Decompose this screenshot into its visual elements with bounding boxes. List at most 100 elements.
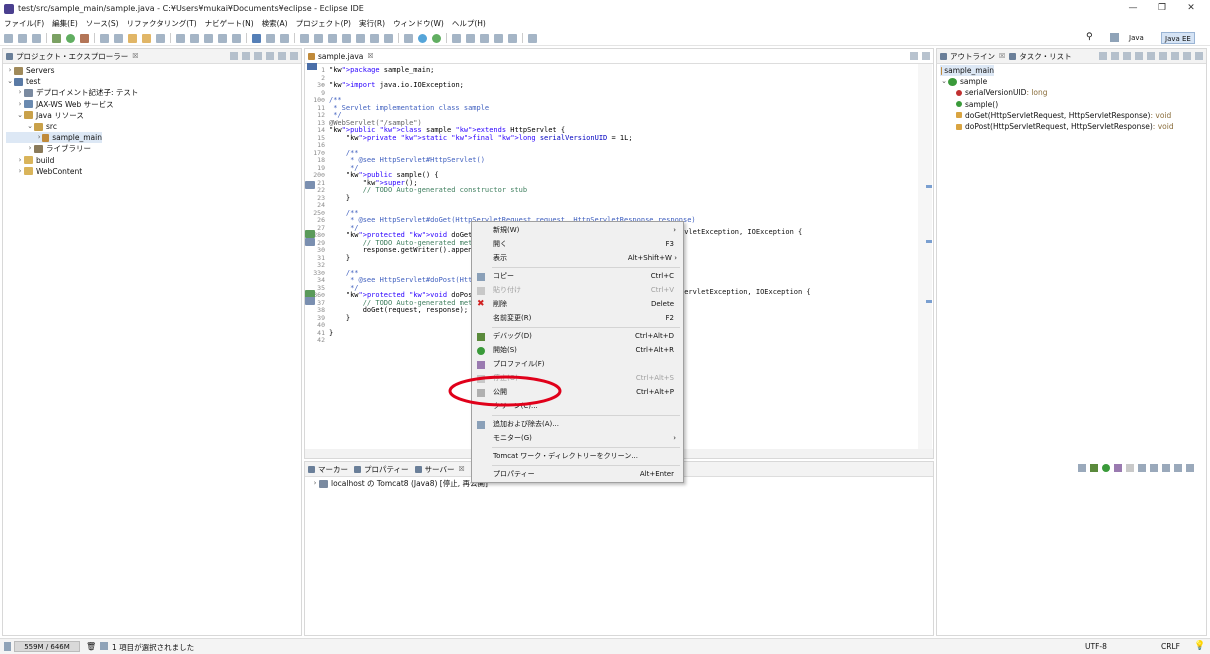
collapse-icon[interactable] <box>1078 464 1086 472</box>
menu-item-open[interactable]: 開く F3 <box>472 238 683 251</box>
step-over-icon[interactable] <box>370 33 379 43</box>
prev-edit-icon[interactable] <box>190 33 199 43</box>
tree-item-sample-main[interactable]: › sample_main <box>6 132 102 144</box>
line-ending-status[interactable]: CRLF <box>1161 642 1180 651</box>
menu-help[interactable]: ヘルプ(H) <box>452 18 486 29</box>
show-whitespace-icon[interactable] <box>232 33 241 43</box>
menu-search[interactable]: 検索(A) <box>262 18 288 29</box>
collapse-all-icon[interactable] <box>230 52 238 60</box>
menu-item-new[interactable]: 新規(W) › <box>472 224 683 237</box>
perspective-javaee[interactable]: Java EE <box>1161 32 1195 44</box>
tab-outline[interactable]: アウトライン <box>950 51 995 62</box>
disconnect-icon[interactable] <box>342 33 351 43</box>
view-menu-icon[interactable] <box>266 52 274 60</box>
tree-item-test[interactable]: ⌄ test <box>6 76 301 87</box>
menu-item-rename[interactable]: 名前変更(R) F2 <box>472 312 683 325</box>
next-annotation-icon[interactable] <box>466 33 475 43</box>
close-icon[interactable]: ☒ <box>367 52 373 60</box>
save-icon[interactable] <box>18 33 27 43</box>
debug-icon[interactable] <box>52 33 61 43</box>
hide-local-types-icon[interactable] <box>1147 52 1155 60</box>
step-into-icon[interactable] <box>356 33 365 43</box>
open-type-icon[interactable] <box>114 33 123 43</box>
tab-markers[interactable]: マーカー <box>318 464 348 475</box>
tab-servers[interactable]: サーバー <box>425 464 455 475</box>
minimize-view-icon[interactable] <box>910 52 918 60</box>
menu-source[interactable]: ソース(S) <box>86 18 119 29</box>
start-server-icon[interactable] <box>418 33 427 43</box>
close-icon[interactable]: ☒ <box>999 52 1005 60</box>
tree-item-webcontent[interactable]: › WebContent <box>6 166 301 177</box>
maximize-view-icon[interactable] <box>290 52 298 60</box>
search-toolbar-icon[interactable] <box>156 33 165 43</box>
outline-item-field[interactable]: serialVersionUID : long <box>940 87 1206 98</box>
run-icon[interactable] <box>66 33 75 43</box>
back-icon[interactable] <box>494 33 503 43</box>
profile-server-icon[interactable] <box>1114 464 1122 472</box>
maximize-button[interactable]: ❐ <box>1147 0 1177 17</box>
menu-item-properties[interactable]: プロパティー Alt+Enter <box>472 468 683 481</box>
perspective-java[interactable]: Java <box>1126 32 1147 44</box>
overview-ruler[interactable] <box>918 64 932 449</box>
new-icon[interactable] <box>4 33 13 43</box>
open-folder-icon[interactable] <box>128 33 137 43</box>
minimize-view-icon[interactable] <box>1174 464 1182 472</box>
new-server-icon[interactable] <box>100 33 109 43</box>
menu-project[interactable]: プロジェクト(P) <box>296 18 351 29</box>
view-menu-icon[interactable] <box>1171 52 1179 60</box>
menu-item-debug[interactable]: デバッグ(D) Ctrl+Alt+D <box>472 330 683 343</box>
menu-run[interactable]: 実行(R) <box>359 18 385 29</box>
menu-file[interactable]: ファイル(F) <box>4 18 44 29</box>
menu-window[interactable]: ウィンドウ(W) <box>393 18 444 29</box>
maximize-view-icon[interactable] <box>1195 52 1203 60</box>
pin-icon[interactable] <box>452 33 461 43</box>
hide-static-icon[interactable] <box>1123 52 1131 60</box>
encoding-status[interactable]: UTF-8 <box>1085 642 1107 651</box>
menu-item-add-remove[interactable]: 追加および除去(A)... <box>472 418 683 431</box>
garbage-collect-icon[interactable]: 🗑 <box>86 642 96 651</box>
forward-icon[interactable] <box>508 33 517 43</box>
hide-fields-icon[interactable] <box>1111 52 1119 60</box>
menu-item-monitor[interactable]: モニター(G) › <box>472 432 683 445</box>
menu-edit[interactable]: 編集(E) <box>52 18 78 29</box>
minimize-view-icon[interactable] <box>1183 52 1191 60</box>
suspend-icon[interactable] <box>314 33 323 43</box>
menu-item-paste[interactable]: 貼り付け Ctrl+V <box>472 284 683 297</box>
ruler-mark[interactable] <box>926 185 932 188</box>
editor-tab[interactable]: sample.java ☒ <box>305 49 933 64</box>
tree-item-libraries[interactable]: › ライブラリー <box>6 143 301 154</box>
tab-task-list[interactable]: タスク・リスト <box>1019 51 1071 62</box>
task-icon[interactable] <box>266 33 275 43</box>
minimize-button[interactable]: — <box>1118 0 1148 17</box>
menu-refactor[interactable]: リファクタリング(T) <box>127 18 197 29</box>
hide-nonpublic-icon[interactable] <box>1135 52 1143 60</box>
tree-item-jaxws[interactable]: › JAX-WS Web サービス <box>6 99 301 110</box>
toggle-mark-icon[interactable] <box>218 33 227 43</box>
view-menu-icon[interactable] <box>1162 464 1170 472</box>
search-icon[interactable]: ⚲ <box>1086 32 1093 42</box>
run-server-icon[interactable] <box>432 33 441 43</box>
disconnect-icon[interactable] <box>1150 464 1158 472</box>
tree-item-servers[interactable]: › Servers <box>6 65 301 76</box>
sort-icon[interactable] <box>1099 52 1107 60</box>
prev-annotation-icon[interactable] <box>480 33 489 43</box>
outline-item-package[interactable]: sample_main <box>940 65 994 77</box>
publish-server-icon[interactable] <box>1138 464 1146 472</box>
annotation-icon[interactable] <box>176 33 185 43</box>
tree-item-src[interactable]: ⌄ src <box>6 121 301 132</box>
menu-item-show[interactable]: 表示 Alt+Shift+W › <box>472 252 683 265</box>
link-icon[interactable] <box>1159 52 1167 60</box>
resume-icon[interactable] <box>300 33 309 43</box>
menu-item-profile[interactable]: プロファイル(F) <box>472 358 683 371</box>
outline-item-constructor[interactable]: sample() <box>940 99 1206 110</box>
save-all-icon[interactable] <box>32 33 41 43</box>
close-icon[interactable]: ☒ <box>459 465 465 473</box>
tree-item-deployment[interactable]: › デプロイメント記述子: テスト <box>6 87 301 98</box>
monitor-icon[interactable] <box>280 33 289 43</box>
outline-item-doget[interactable]: doGet(HttpServletRequest, HttpServletRes… <box>940 110 1206 121</box>
menu-item-clean-tomcat-workdir[interactable]: Tomcat ワーク・ディレクトリーをクリーン... <box>472 450 683 463</box>
open-perspective-icon[interactable] <box>1110 33 1119 42</box>
open-file-icon[interactable] <box>142 33 151 43</box>
tab-properties[interactable]: プロパティー <box>364 464 409 475</box>
debug-server-icon[interactable] <box>1090 464 1098 472</box>
